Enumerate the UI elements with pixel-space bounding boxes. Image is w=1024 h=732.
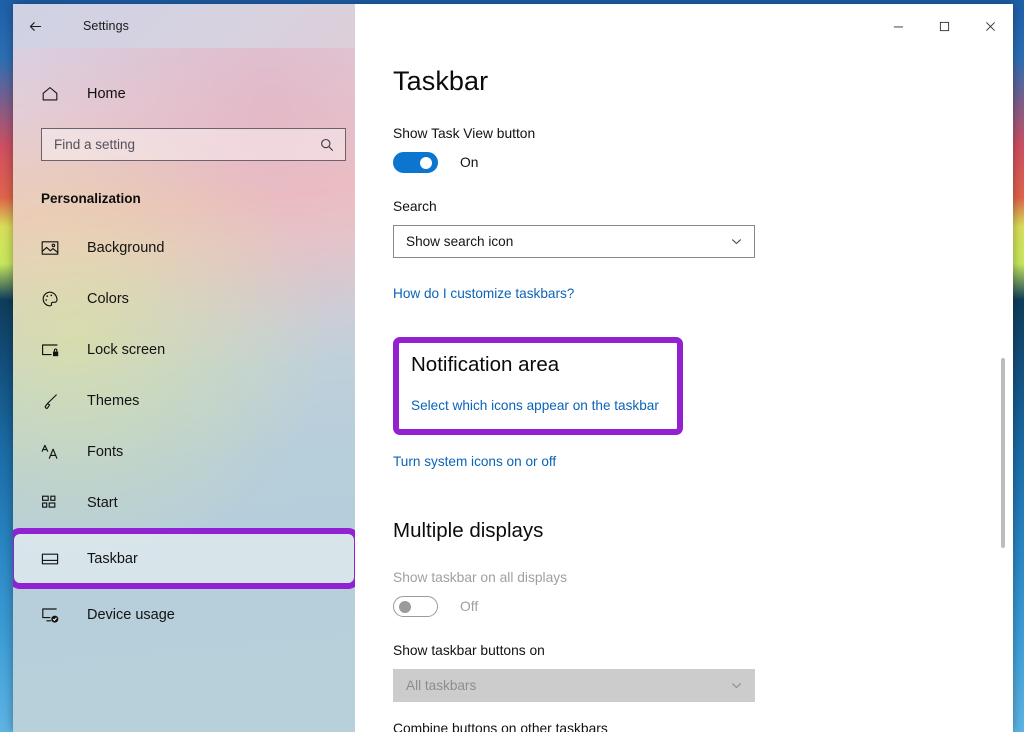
sidebar-item-label: Start (87, 494, 118, 511)
sidebar-item-label: Background (87, 239, 165, 256)
minimize-button[interactable] (875, 4, 921, 48)
settings-window: Settings Home Find a setting Personaliza… (13, 4, 1013, 732)
taskbar-icon (39, 548, 61, 570)
chevron-down-icon (730, 679, 743, 692)
sidebar-item-themes[interactable]: Themes (13, 375, 355, 426)
multiple-displays-section: Multiple displays Show taskbar on all di… (393, 519, 1013, 702)
task-view-toggle-row: On (393, 152, 1013, 173)
sidebar-item-start[interactable]: Start (13, 477, 355, 528)
sidebar: Home Personalization (13, 48, 355, 732)
titlebar-left-region: Settings (13, 4, 355, 48)
show-on-all-displays-label: Show taskbar on all displays (393, 570, 568, 585)
sidebar-item-lock-screen[interactable]: Lock screen (13, 324, 355, 375)
palette-icon (39, 288, 61, 310)
brush-icon (39, 390, 61, 412)
toggle-knob (420, 156, 432, 169)
main-scrollbar[interactable] (997, 48, 1009, 732)
sidebar-item-label: Fonts (87, 443, 124, 460)
customize-taskbars-link[interactable]: How do I customize taskbars? (393, 286, 574, 301)
taskbar-buttons-on-label: Show taskbar buttons on (393, 643, 545, 658)
search-setting-value: Show search icon (406, 234, 514, 249)
taskbar-buttons-on-value: All taskbars (406, 678, 477, 693)
maximize-button[interactable] (921, 4, 967, 48)
combine-buttons-label: Combine buttons on other taskbars (393, 721, 608, 732)
app-title: Settings (83, 19, 129, 33)
back-button[interactable] (13, 4, 57, 48)
sidebar-nav-list: Background Colors Lock screen Themes Fon… (13, 222, 355, 640)
window-controls (355, 4, 1013, 48)
sidebar-item-label: Colors (87, 290, 129, 307)
show-on-all-displays-toggle[interactable] (393, 596, 438, 617)
lock-screen-icon (39, 339, 61, 361)
turn-system-icons-link[interactable]: Turn system icons on or off (393, 454, 556, 469)
search-icon[interactable] (319, 137, 335, 153)
sidebar-item-label: Taskbar (87, 550, 138, 567)
show-on-all-displays-toggle-row: Off (393, 596, 1013, 617)
back-arrow-icon (29, 21, 41, 31)
window-body: Home Personalization (13, 48, 1013, 732)
scrollbar-thumb[interactable] (1001, 358, 1005, 548)
sidebar-item-fonts[interactable]: Fonts (13, 426, 355, 477)
sidebar-section-heading: Personalization (41, 191, 141, 206)
sidebar-item-label: Device usage (87, 606, 175, 623)
notification-area-title: Notification area (411, 353, 560, 376)
sidebar-item-background[interactable]: Background (13, 222, 355, 273)
page-title: Taskbar (393, 66, 489, 96)
maximize-icon (939, 21, 949, 31)
main-content: Taskbar Show Task View button On Search … (355, 48, 1013, 732)
sidebar-item-taskbar[interactable]: Taskbar (13, 528, 355, 589)
start-tiles-icon (39, 492, 61, 514)
sidebar-item-device-usage[interactable]: Device usage (13, 589, 355, 640)
select-icons-link[interactable]: Select which icons appear on the taskbar (411, 398, 659, 413)
window-titlebar: Settings (13, 4, 1013, 48)
search-input[interactable] (54, 137, 319, 152)
sidebar-item-label: Lock screen (87, 341, 166, 358)
search-box[interactable] (41, 128, 346, 161)
search-setting-select[interactable]: Show search icon (393, 225, 755, 258)
notification-area-section: Notification area Select which icons app… (393, 337, 683, 435)
device-usage-icon (39, 604, 61, 626)
sidebar-item-label: Themes (87, 392, 140, 409)
sidebar-item-home[interactable]: Home (13, 74, 355, 114)
desktop-wallpaper: Settings Home Find a setting Personaliza… (0, 0, 1024, 732)
task-view-toggle[interactable] (393, 152, 438, 173)
chevron-down-icon (730, 235, 743, 248)
task-view-toggle-state: On (460, 155, 479, 170)
task-view-label: Show Task View button (393, 126, 536, 141)
search-setting-label: Search (393, 199, 437, 214)
close-button[interactable] (967, 4, 1013, 48)
image-icon (39, 237, 61, 259)
minimize-icon (893, 26, 903, 27)
fonts-icon (39, 441, 61, 463)
home-icon (39, 83, 61, 105)
toggle-knob (399, 600, 411, 613)
sidebar-item-label-home: Home (87, 86, 126, 102)
close-icon (985, 21, 995, 31)
multiple-displays-title: Multiple displays (393, 519, 544, 542)
taskbar-buttons-on-select[interactable]: All taskbars (393, 669, 755, 702)
sidebar-item-colors[interactable]: Colors (13, 273, 355, 324)
show-on-all-displays-state: Off (460, 599, 479, 614)
